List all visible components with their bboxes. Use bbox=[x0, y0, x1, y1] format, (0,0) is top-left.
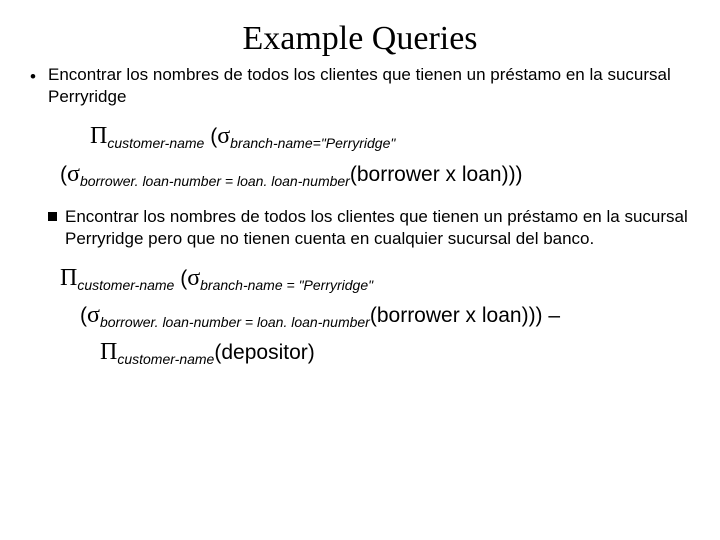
bullet-item-1: • Encontrar los nombres de todos los cli… bbox=[30, 64, 690, 108]
bullet-dot-icon: • bbox=[30, 66, 48, 88]
bullet-item-2: Encontrar los nombres de todos los clien… bbox=[48, 206, 690, 250]
bullet-text-1: Encontrar los nombres de todos los clien… bbox=[48, 64, 690, 108]
formula-1: Πcustomer-name (σbranch-name="Perryridge… bbox=[90, 120, 690, 192]
formula-2: Πcustomer-name (σbranch-name = "Perryrid… bbox=[60, 260, 690, 372]
bullet-text-2: Encontrar los nombres de todos los clien… bbox=[65, 206, 690, 250]
bullet-square-icon bbox=[48, 212, 57, 221]
page-title: Example Queries bbox=[30, 20, 690, 58]
